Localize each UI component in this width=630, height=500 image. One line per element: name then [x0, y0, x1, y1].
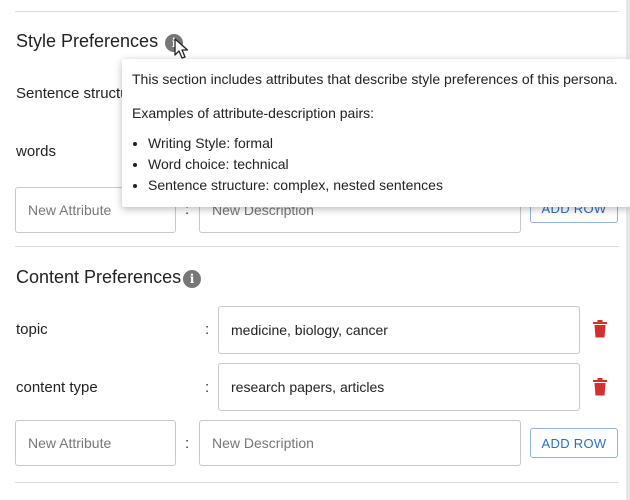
section-divider — [15, 482, 619, 483]
content-row-attribute: content type — [16, 379, 98, 396]
trash-icon[interactable] — [592, 378, 608, 396]
separator-colon: : — [205, 379, 210, 396]
separator-colon: : — [205, 321, 210, 338]
tooltip-examples-heading: Examples of attribute-description pairs: — [132, 105, 374, 121]
trash-icon[interactable] — [592, 320, 608, 338]
tooltip-example: Word choice: technical — [148, 154, 620, 175]
mouse-cursor-icon — [174, 38, 189, 59]
tooltip-example: Sentence structure: complex, nested sent… — [148, 175, 620, 196]
style-preferences-title: Style Preferences — [16, 31, 159, 51]
section-divider — [15, 11, 619, 12]
description-input[interactable]: research papers, articles — [218, 363, 580, 411]
style-row-attribute: words — [16, 143, 57, 160]
info-icon[interactable]: i — [183, 270, 201, 288]
tooltip-description: This section includes attributes that de… — [132, 71, 618, 87]
separator-colon: : — [185, 435, 190, 452]
content-preferences-title: Content Preferences — [16, 267, 182, 287]
tooltip-examples-list: Writing Style: formal Word choice: techn… — [132, 133, 620, 196]
tooltip-example: Writing Style: formal — [148, 133, 620, 154]
info-tooltip: This section includes attributes that de… — [122, 59, 630, 207]
content-row-attribute: topic — [16, 321, 48, 338]
new-attribute-input[interactable]: New Attribute — [15, 420, 176, 466]
add-row-button[interactable]: ADD ROW — [530, 428, 618, 458]
new-description-input[interactable]: New Description — [199, 420, 521, 466]
section-divider — [15, 246, 619, 247]
description-input[interactable]: medicine, biology, cancer — [218, 306, 580, 354]
